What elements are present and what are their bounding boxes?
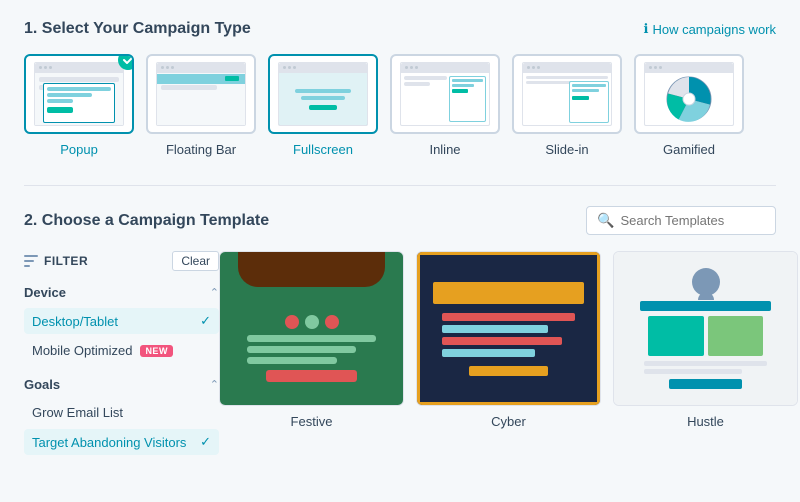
slide-in-icon — [512, 54, 622, 134]
campaign-types-row: Popup Floating Bar — [24, 54, 776, 157]
popup-icon — [24, 54, 134, 134]
filter-label-row: FILTER — [24, 254, 88, 268]
section-divider — [24, 185, 776, 186]
section2-title: 2. Choose a Campaign Template — [24, 212, 269, 230]
campaign-type-gamified[interactable]: Gamified — [634, 54, 744, 157]
new-badge: NEW — [140, 345, 173, 357]
search-icon: 🔍 — [597, 212, 614, 229]
cyber-thumbnail — [416, 251, 601, 406]
templates-grid: Festive Cyber — [219, 251, 798, 469]
campaign-type-floating-bar[interactable]: Floating Bar — [146, 54, 256, 157]
campaign-type-popup[interactable]: Popup — [24, 54, 134, 157]
gamified-icon — [634, 54, 744, 134]
filter-text: FILTER — [44, 254, 88, 268]
slide-in-label: Slide-in — [545, 142, 588, 157]
template-cyber[interactable]: Cyber — [416, 251, 601, 469]
page-container: 1. Select Your Campaign Type ℹ How campa… — [0, 0, 800, 489]
how-campaigns-link[interactable]: ℹ How campaigns work — [644, 21, 777, 37]
inline-label: Inline — [429, 142, 460, 157]
clear-filter-button[interactable]: Clear — [172, 251, 219, 271]
info-icon: ℹ — [644, 21, 649, 37]
grow-email-label: Grow Email List — [32, 405, 123, 420]
filter-header: FILTER Clear — [24, 251, 219, 271]
desktop-tablet-label: Desktop/Tablet — [32, 314, 118, 329]
campaign-type-slide-in[interactable]: Slide-in — [512, 54, 622, 157]
device-section-header[interactable]: Device ⌃ — [24, 285, 219, 300]
search-box[interactable]: 🔍 — [586, 206, 776, 235]
gamified-label: Gamified — [663, 142, 715, 157]
device-section-title: Device — [24, 285, 66, 300]
desktop-check-icon: ✓ — [200, 313, 211, 329]
filter-option-grow-email[interactable]: Grow Email List — [24, 400, 219, 425]
filter-section-device: Device ⌃ Desktop/Tablet ✓ Mobile Optimiz… — [24, 285, 219, 363]
cyber-label: Cyber — [416, 414, 601, 429]
campaign-type-fullscreen[interactable]: Fullscreen — [268, 54, 378, 157]
mobile-label-row: Mobile Optimized NEW — [32, 343, 173, 358]
fullscreen-label: Fullscreen — [293, 142, 353, 157]
floating-bar-icon — [146, 54, 256, 134]
popup-label: Popup — [60, 142, 98, 157]
fullscreen-icon — [268, 54, 378, 134]
inline-icon — [390, 54, 500, 134]
festive-thumbnail — [219, 251, 404, 406]
filter-option-mobile[interactable]: Mobile Optimized NEW — [24, 338, 219, 363]
hustle-label: Hustle — [613, 414, 798, 429]
search-input[interactable] — [620, 213, 796, 228]
target-abandoning-label: Target Abandoning Visitors — [32, 435, 186, 450]
device-chevron-icon: ⌃ — [210, 286, 219, 299]
lower-layout: FILTER Clear Device ⌃ Desktop/Tablet ✓ M… — [24, 251, 776, 469]
template-hustle[interactable]: Hustle — [613, 251, 798, 469]
hustle-thumbnail — [613, 251, 798, 406]
floating-bar-label: Floating Bar — [166, 142, 236, 157]
filter-section-goals: Goals ⌃ Grow Email List Target Abandonin… — [24, 377, 219, 455]
mobile-label: Mobile Optimized — [32, 343, 132, 358]
goals-section-title: Goals — [24, 377, 60, 392]
filter-option-desktop[interactable]: Desktop/Tablet ✓ — [24, 308, 219, 334]
section2-header: 2. Choose a Campaign Template 🔍 — [24, 206, 776, 235]
filter-option-target-abandoning[interactable]: Target Abandoning Visitors ✓ — [24, 429, 219, 455]
section1-header: 1. Select Your Campaign Type ℹ How campa… — [24, 20, 776, 38]
section1-title: 1. Select Your Campaign Type — [24, 20, 251, 38]
filter-icon — [24, 255, 38, 267]
festive-label: Festive — [219, 414, 404, 429]
campaign-type-inline[interactable]: Inline — [390, 54, 500, 157]
target-abandoning-check-icon: ✓ — [200, 434, 211, 450]
template-festive[interactable]: Festive — [219, 251, 404, 469]
filter-sidebar: FILTER Clear Device ⌃ Desktop/Tablet ✓ M… — [24, 251, 219, 469]
goals-chevron-icon: ⌃ — [210, 378, 219, 391]
goals-section-header[interactable]: Goals ⌃ — [24, 377, 219, 392]
